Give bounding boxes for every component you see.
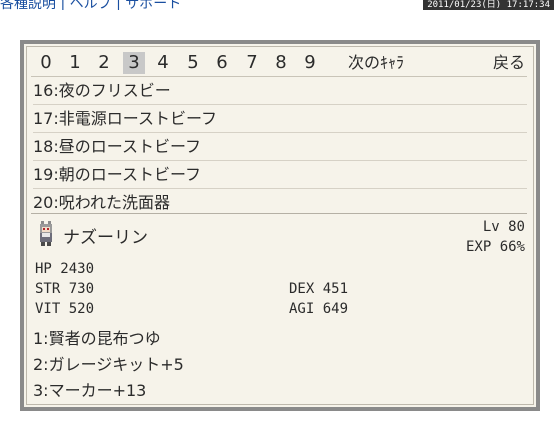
equipment-item[interactable]: 2:ガレージキット+5 <box>33 351 184 375</box>
equipment-item[interactable]: 3:マーカー+13 <box>33 377 146 401</box>
list-item[interactable]: 20:呪われた洗面器 <box>33 189 527 216</box>
character-tab-row: 0 1 2 3 4 5 6 7 8 9 次のｷｬﾗ 戻る <box>31 50 527 77</box>
agi-stat: AGI 649 <box>289 301 349 317</box>
tab-8[interactable]: 8 <box>270 52 292 74</box>
tab-5[interactable]: 5 <box>182 52 204 74</box>
level-text: Lv 80 <box>482 219 525 235</box>
tab-3[interactable]: 3 <box>123 52 145 74</box>
character-sprite-icon <box>40 221 52 246</box>
tab-9[interactable]: 9 <box>299 52 321 74</box>
hp-stat: HP 2430 <box>35 261 95 277</box>
tab-7[interactable]: 7 <box>241 52 263 74</box>
vit-stat: VIT 520 <box>35 301 95 317</box>
item-list: 16:夜のフリスビー 17:非電源ローストビーフ 18:昼のローストビーフ 19… <box>33 77 527 216</box>
section-divider <box>31 213 527 214</box>
equipment-item[interactable]: 1:賢者の昆布つゆ <box>33 325 161 349</box>
character-status: ナズーリン Lv 80 EXP 66% HP 2430 STR 730 DEX … <box>33 217 527 407</box>
list-item[interactable]: 18:昼のローストビーフ <box>33 133 527 161</box>
tab-2[interactable]: 2 <box>93 52 115 74</box>
top-bar: 各種説明 | ヘルプ | サポート 2011/01/23(日) 17:17:34 <box>0 0 560 10</box>
exp-text: EXP 66% <box>465 239 525 255</box>
tab-0[interactable]: 0 <box>35 52 57 74</box>
tab-1[interactable]: 1 <box>64 52 86 74</box>
dex-stat: DEX 451 <box>289 281 349 297</box>
header-links[interactable]: 各種説明 | ヘルプ | サポート <box>0 0 181 10</box>
list-item[interactable]: 17:非電源ローストビーフ <box>33 105 527 133</box>
game-panel: 0 1 2 3 4 5 6 7 8 9 次のｷｬﾗ 戻る 16:夜のフリスビー … <box>26 46 534 405</box>
tab-6[interactable]: 6 <box>211 52 233 74</box>
character-name: ナズーリン <box>63 228 148 248</box>
str-stat: STR 730 <box>35 281 95 297</box>
game-window: 0 1 2 3 4 5 6 7 8 9 次のｷｬﾗ 戻る 16:夜のフリスビー … <box>20 40 540 411</box>
tab-4[interactable]: 4 <box>152 52 174 74</box>
back-button[interactable]: 戻る <box>493 50 525 76</box>
list-item[interactable]: 16:夜のフリスビー <box>33 77 527 105</box>
timestamp: 2011/01/23(日) 17:17:34 <box>423 0 554 10</box>
list-item[interactable]: 19:朝のローストビーフ <box>33 161 527 189</box>
next-character-button[interactable]: 次のｷｬﾗ <box>348 50 404 76</box>
